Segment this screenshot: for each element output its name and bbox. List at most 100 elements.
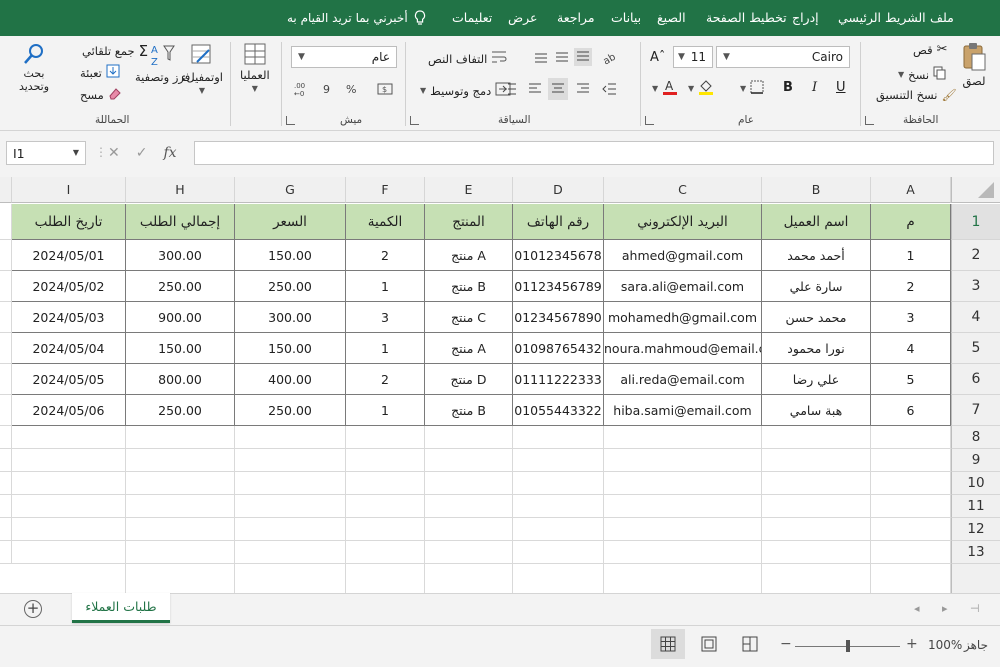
data-cell[interactable]: منتج A bbox=[425, 333, 513, 364]
zoom-level[interactable]: 100% bbox=[928, 638, 962, 652]
empty-cell[interactable] bbox=[604, 426, 762, 449]
data-cell[interactable]: هبة سامي bbox=[762, 395, 871, 426]
data-cell[interactable]: أحمد محمد bbox=[762, 240, 871, 271]
empty-cell[interactable] bbox=[126, 564, 235, 593]
data-cell[interactable]: محمد حسن bbox=[762, 302, 871, 333]
empty-cell[interactable] bbox=[513, 426, 604, 449]
empty-cell[interactable] bbox=[425, 518, 513, 541]
empty-cell[interactable] bbox=[235, 495, 346, 518]
empty-cell[interactable] bbox=[235, 518, 346, 541]
data-cell[interactable]: 300.00 bbox=[126, 240, 235, 271]
underline-button[interactable]: U bbox=[836, 80, 846, 95]
empty-cell[interactable] bbox=[513, 518, 604, 541]
tab-insert[interactable]: إدراج bbox=[792, 10, 819, 25]
row-header-4[interactable]: 4 bbox=[951, 302, 1000, 333]
empty-cell[interactable] bbox=[513, 541, 604, 564]
header-cell[interactable]: السعر bbox=[235, 204, 346, 240]
decimal-icon[interactable]: .00 ←0 bbox=[294, 80, 312, 98]
data-cell[interactable]: sara.ali@email.com bbox=[604, 271, 762, 302]
row-header-5[interactable]: 5 bbox=[951, 333, 1000, 364]
column-header-b[interactable]: B bbox=[762, 177, 871, 203]
zoom-out-icon[interactable]: − bbox=[780, 636, 792, 652]
sheet-next-icon[interactable]: ▸ bbox=[942, 602, 948, 615]
data-cell[interactable]: 01123456789 bbox=[513, 271, 604, 302]
data-cell[interactable]: 01055443322 bbox=[513, 395, 604, 426]
empty-cell[interactable] bbox=[871, 449, 951, 472]
enter-icon[interactable]: ✓ bbox=[136, 145, 148, 161]
empty-cell[interactable] bbox=[425, 426, 513, 449]
column-header-f[interactable]: F bbox=[346, 177, 425, 203]
align-top-icon[interactable] bbox=[574, 48, 592, 66]
empty-cell[interactable] bbox=[604, 541, 762, 564]
page-break-view-button[interactable] bbox=[733, 629, 767, 659]
borders-button[interactable]: ▼ bbox=[740, 80, 764, 97]
sheet-prev-icon[interactable]: ◂ bbox=[914, 602, 920, 615]
data-cell[interactable]: 2 bbox=[346, 364, 425, 395]
empty-cell[interactable] bbox=[871, 472, 951, 495]
align-bottom-icon[interactable] bbox=[532, 48, 550, 66]
tell-me-box[interactable]: أخبرني بما تريد القيام به bbox=[287, 10, 426, 26]
row-header-12[interactable]: 12 bbox=[951, 518, 1000, 541]
data-cell[interactable]: منتج B bbox=[425, 271, 513, 302]
data-cell[interactable]: 2 bbox=[346, 240, 425, 271]
empty-cell[interactable] bbox=[235, 472, 346, 495]
tab-file[interactable]: ملف bbox=[930, 10, 954, 25]
sheet-tab-active[interactable]: طلبات العملاء bbox=[72, 593, 170, 623]
copy-button[interactable]: ▼ نسخ bbox=[898, 66, 947, 83]
autosum-button[interactable]: جمع تلقائي Σ bbox=[82, 42, 148, 60]
data-cell[interactable]: 150.00 bbox=[126, 333, 235, 364]
empty-cell[interactable] bbox=[513, 449, 604, 472]
fill-button[interactable]: تعبئة bbox=[80, 64, 120, 81]
data-cell[interactable]: علي رضا bbox=[762, 364, 871, 395]
empty-cell[interactable] bbox=[604, 495, 762, 518]
data-cell[interactable]: 400.00 bbox=[235, 364, 346, 395]
empty-cell[interactable] bbox=[762, 518, 871, 541]
column-header-i[interactable]: I bbox=[12, 177, 126, 203]
data-cell[interactable]: 150.00 bbox=[235, 240, 346, 271]
cancel-icon[interactable]: ✕ bbox=[108, 145, 120, 161]
empty-cell[interactable] bbox=[762, 472, 871, 495]
data-cell[interactable]: 01111222333 bbox=[513, 364, 604, 395]
formula-input[interactable] bbox=[194, 141, 994, 165]
select-all-corner[interactable] bbox=[951, 177, 1000, 203]
empty-cell[interactable] bbox=[126, 518, 235, 541]
empty-cell[interactable] bbox=[235, 426, 346, 449]
row-header-1[interactable]: 1 bbox=[951, 204, 1000, 240]
empty-cell[interactable] bbox=[126, 472, 235, 495]
row-header-7[interactable]: 7 bbox=[951, 395, 1000, 426]
align-middle-icon[interactable] bbox=[553, 48, 571, 66]
data-cell[interactable]: 01234567890 bbox=[513, 302, 604, 333]
normal-view-button[interactable] bbox=[651, 629, 685, 659]
data-cell[interactable]: منتج A bbox=[425, 240, 513, 271]
empty-cell[interactable] bbox=[871, 541, 951, 564]
orientation-icon[interactable]: ab bbox=[600, 48, 618, 68]
header-cell[interactable]: البريد الإلكتروني bbox=[604, 204, 762, 240]
data-cell[interactable]: 1 bbox=[346, 271, 425, 302]
empty-cell[interactable] bbox=[126, 426, 235, 449]
data-cell[interactable]: نورا محمود bbox=[762, 333, 871, 364]
bold-button[interactable]: B bbox=[783, 80, 793, 95]
data-cell[interactable]: منتج C bbox=[425, 302, 513, 333]
empty-cell[interactable] bbox=[871, 495, 951, 518]
header-cell[interactable]: م bbox=[871, 204, 951, 240]
data-cell[interactable]: 150.00 bbox=[235, 333, 346, 364]
empty-cell[interactable] bbox=[425, 541, 513, 564]
data-cell[interactable]: 2024/05/02 bbox=[12, 271, 126, 302]
empty-cell[interactable] bbox=[12, 449, 126, 472]
column-header-h[interactable]: H bbox=[126, 177, 235, 203]
number-format-combo[interactable]: ▼ عام bbox=[291, 46, 397, 68]
zoom-slider-thumb[interactable] bbox=[845, 640, 850, 652]
column-header-g[interactable]: G bbox=[235, 177, 346, 203]
header-cell[interactable]: رقم الهاتف bbox=[513, 204, 604, 240]
empty-cell[interactable] bbox=[871, 518, 951, 541]
font-size-combo[interactable]: ▼ 11 bbox=[673, 46, 713, 68]
data-cell[interactable]: noura.mahmoud@email.com bbox=[604, 333, 762, 364]
row-header-11[interactable]: 11 bbox=[951, 495, 1000, 518]
empty-cell[interactable] bbox=[235, 541, 346, 564]
comma-style-icon[interactable]: 9 bbox=[320, 80, 338, 98]
data-cell[interactable]: 6 bbox=[871, 395, 951, 426]
clipboard-launcher-icon[interactable] bbox=[865, 116, 874, 125]
empty-cell[interactable] bbox=[126, 541, 235, 564]
data-cell[interactable]: 2024/05/05 bbox=[12, 364, 126, 395]
empty-cell[interactable] bbox=[425, 472, 513, 495]
